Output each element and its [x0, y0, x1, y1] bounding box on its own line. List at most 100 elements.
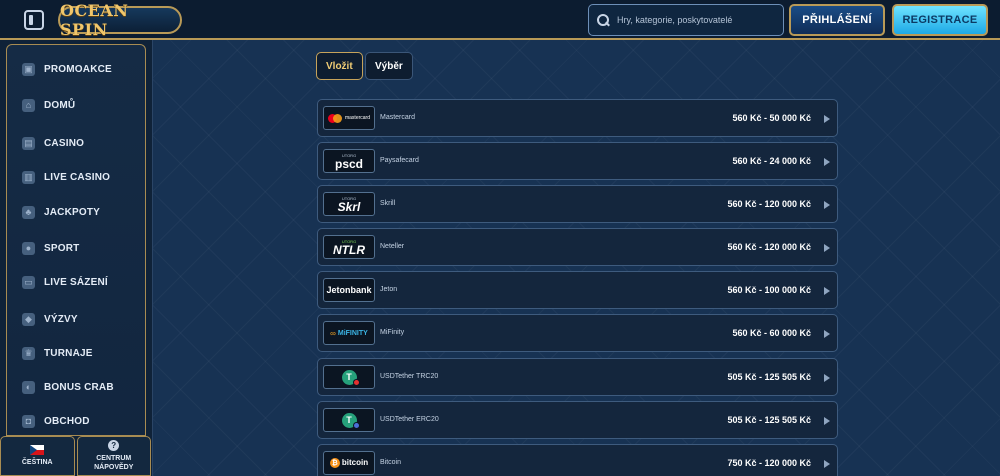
payment-method-jeton[interactable]: Jetonbank Jeton 560 Kč - 100 000 Kč: [317, 271, 838, 309]
payment-method-mastercard[interactable]: mastercard Mastercard 560 Kč - 50 000 Kč: [317, 99, 838, 137]
live-betting-icon: ▭: [22, 275, 35, 289]
chevron-right-icon: [824, 417, 830, 425]
method-name: Neteller: [380, 243, 405, 250]
register-button[interactable]: REGISTRACE: [892, 4, 988, 36]
utorg-small-label: UTORG: [341, 239, 357, 244]
method-name: Bitcoin: [380, 459, 402, 466]
sidebar-item-casino[interactable]: ▤ CASINO: [22, 132, 142, 154]
sidebar-item-label: LIVE SÁZENÍ: [44, 276, 108, 288]
utorg-small-label: UTORG: [341, 196, 357, 201]
usdt-trc20-logo: T: [323, 365, 375, 389]
crab-icon: ◐: [22, 380, 35, 394]
mastercard-orange-circle: [332, 113, 342, 123]
sidebar-item-label: PROMOAKCE: [44, 63, 112, 75]
chevron-right-icon: [824, 330, 830, 338]
tab-deposit[interactable]: Vložit: [316, 52, 363, 80]
sidebar-item-vyzvy[interactable]: ◆ VÝZVY: [22, 308, 142, 330]
bitcoin-coin-icon: ₿: [329, 458, 340, 468]
jeton-logo-text: Jetonbank: [326, 284, 372, 295]
gift-icon: ▣: [22, 62, 35, 76]
mastercard-logo-text: mastercard: [344, 115, 370, 121]
chevron-right-icon: [824, 374, 830, 382]
mifinity-logo-text: MiFINITY: [337, 329, 368, 337]
method-name: Skrill: [380, 200, 396, 207]
tether-logo-text: T: [346, 415, 352, 425]
tether-coin-icon: T: [341, 412, 360, 429]
method-name: USDTether TRC20: [380, 373, 439, 380]
method-range: 505 Kč - 125 505 Kč: [727, 415, 811, 425]
paysafecard-logo-text: pscd: [334, 156, 363, 171]
mifinity-logo: ∞ MiFINITY: [323, 321, 375, 345]
method-range: 560 Kč - 100 000 Kč: [727, 285, 811, 295]
help-label-line2: NÁPOVĚDY: [94, 464, 134, 471]
method-range: 560 Kč - 120 000 Kč: [727, 199, 811, 209]
bitcoin-logo-text: bitcoin: [341, 458, 369, 467]
payment-method-usdt-erc20[interactable]: T USDTether ERC20 505 Kč - 125 505 Kč: [317, 401, 838, 439]
payment-method-usdt-trc20[interactable]: T USDTether TRC20 505 Kč - 125 505 Kč: [317, 358, 838, 396]
cashier-panel: Vložit Výběr mastercard Mastercard 560 K…: [153, 40, 1000, 476]
tether-logo-text: T: [346, 372, 352, 382]
payment-method-skrill[interactable]: UTORG Skrl Skrill 560 Kč - 120 000 Kč: [317, 185, 838, 223]
tether-coin-icon: T: [341, 369, 360, 386]
search-input[interactable]: [617, 15, 777, 25]
sidebar-item-bonus-crab[interactable]: ◐ BONUS CRAB: [22, 376, 142, 398]
language-selector[interactable]: ČEŠTINA: [0, 436, 75, 476]
sidebar-toggle-icon[interactable]: [24, 10, 44, 30]
sidebar-item-label: VÝZVY: [44, 313, 78, 325]
skrill-logo-text: Skrl: [337, 199, 361, 214]
sidebar-item-label: DOMŮ: [44, 99, 76, 111]
sidebar-item-promoakce[interactable]: ▣ PROMOAKCE: [22, 58, 142, 80]
payment-method-bitcoin[interactable]: ₿ bitcoin Bitcoin 750 Kč - 120 000 Kč: [317, 444, 838, 476]
method-range: 560 Kč - 50 000 Kč: [732, 113, 811, 123]
help-label-line1: CENTRUM: [96, 455, 132, 462]
sidebar-item-live-sazeni[interactable]: ▭ LIVE SÁZENÍ: [22, 271, 142, 293]
sidebar-item-turnaje[interactable]: ♛ TURNAJE: [22, 342, 142, 364]
trophy-icon: ♛: [22, 346, 35, 360]
mastercard-logo: mastercard: [323, 106, 375, 130]
sidebar-item-label: CASINO: [44, 137, 85, 149]
tab-withdraw[interactable]: Výběr: [365, 52, 413, 80]
login-button[interactable]: PŘIHLÁŠENÍ: [789, 4, 885, 36]
sidebar-item-label: BONUS CRAB: [44, 381, 114, 393]
sidebar-item-label: SPORT: [44, 242, 80, 254]
czech-flag-icon: [30, 445, 45, 455]
sidebar-item-jackpoty[interactable]: ♣ JACKPOTY: [22, 201, 142, 223]
chevron-right-icon: [824, 244, 830, 252]
help-center-button[interactable]: ? CENTRUM NÁPOVĚDY: [76, 436, 151, 476]
method-range: 750 Kč - 120 000 Kč: [727, 458, 811, 468]
method-range: 560 Kč - 24 000 Kč: [732, 156, 811, 166]
chevron-right-icon: [824, 287, 830, 295]
sidebar-item-obchod[interactable]: ◘ OBCHOD: [22, 410, 142, 432]
sidebar-item-label: TURNAJE: [44, 347, 93, 359]
sidebar-item-label: LIVE CASINO: [44, 171, 111, 183]
bitcoin-logo: ₿ bitcoin: [323, 451, 375, 475]
jeton-logo: Jetonbank: [323, 278, 375, 302]
casino-icon: ▤: [22, 136, 35, 150]
chevron-right-icon: [824, 460, 830, 468]
method-name: USDTether ERC20: [380, 416, 439, 423]
help-icon: ?: [108, 440, 120, 451]
shop-icon: ◘: [22, 414, 35, 428]
search-box[interactable]: [588, 4, 784, 36]
search-icon: [597, 14, 609, 26]
sidebar: ▣ PROMOAKCE ⌂ DOMŮ ▤ CASINO ▥ LIVE CASIN…: [0, 40, 153, 476]
chevron-right-icon: [824, 115, 830, 123]
method-name: Jeton: [380, 286, 398, 293]
mifinity-mark-icon: ∞: [330, 328, 336, 338]
utorg-small-label: UTORG: [341, 153, 357, 158]
sidebar-item-sport[interactable]: ● SPORT: [22, 237, 142, 259]
sidebar-item-live-casino[interactable]: ▥ LIVE CASINO: [22, 166, 142, 188]
language-label: ČEŠTINA: [21, 459, 53, 466]
ocean-spin-logo[interactable]: OCEAN SPIN: [58, 1, 182, 39]
skrill-logo: UTORG Skrl: [323, 192, 375, 216]
sidebar-item-domu[interactable]: ⌂ DOMŮ: [22, 94, 142, 116]
payment-method-paysafecard[interactable]: UTORG pscd Paysafecard 560 Kč - 24 000 K…: [317, 142, 838, 180]
sidebar-item-label: JACKPOTY: [44, 206, 101, 218]
method-range: 560 Kč - 120 000 Kč: [727, 242, 811, 252]
method-name: Mastercard: [380, 114, 416, 121]
payment-method-mifinity[interactable]: ∞ MiFINITY MiFinity 560 Kč - 60 000 Kč: [317, 314, 838, 352]
payment-method-neteller[interactable]: UTORG NTLR Neteller 560 Kč - 120 000 Kč: [317, 228, 838, 266]
sidebar-item-label: OBCHOD: [44, 415, 90, 427]
tron-badge-icon: [352, 378, 360, 386]
chevron-right-icon: [824, 201, 830, 209]
